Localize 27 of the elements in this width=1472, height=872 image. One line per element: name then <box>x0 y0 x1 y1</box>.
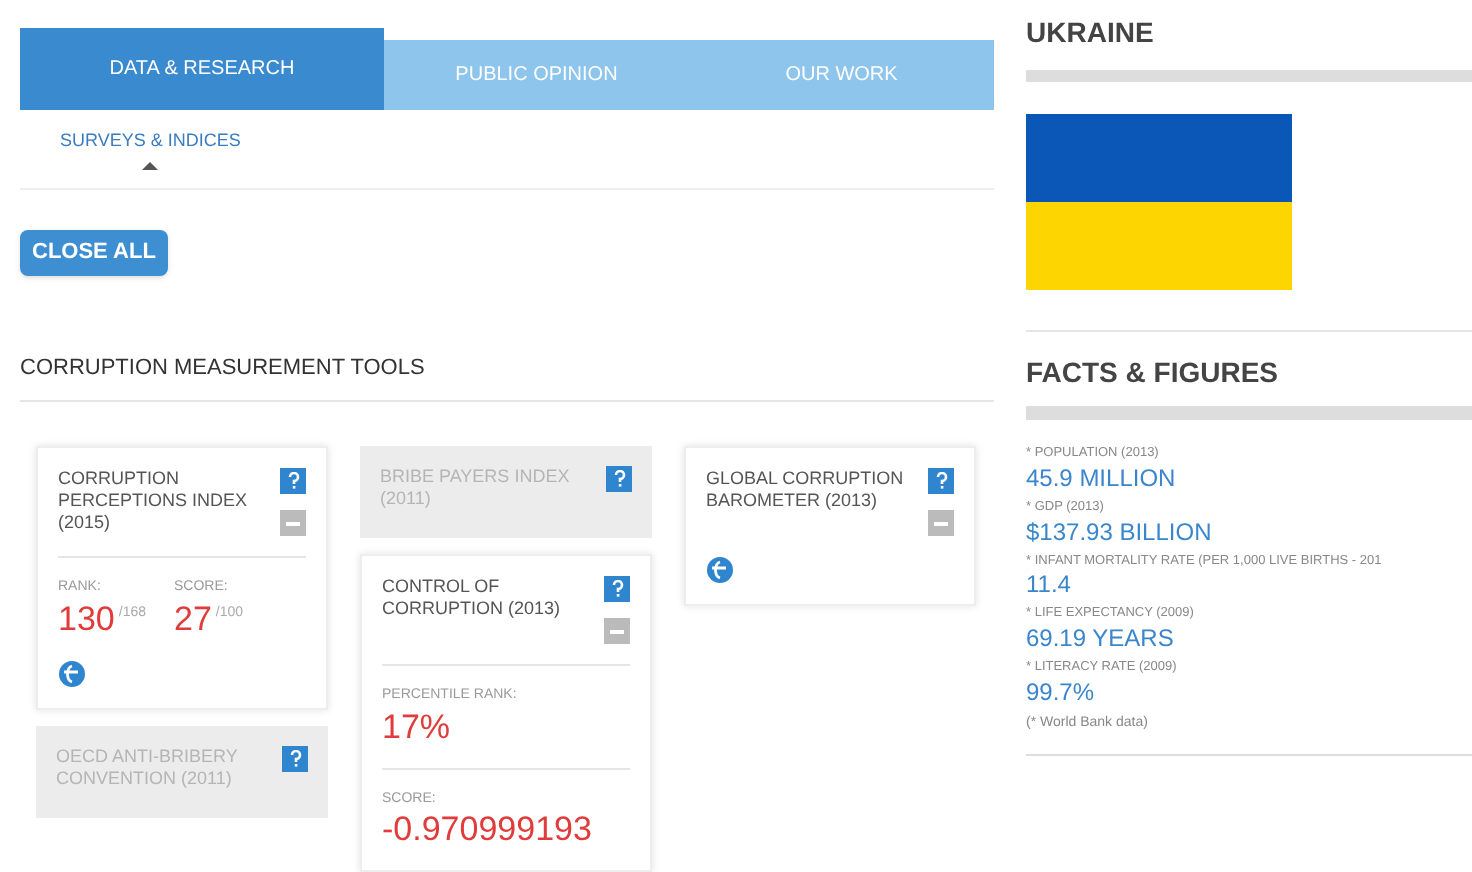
stat-value: 27 <box>174 599 212 639</box>
fact-value: 45.9 MILLION <box>1026 463 1178 492</box>
globe-icon[interactable] <box>706 556 734 584</box>
fact-value: $137.93 BILLION <box>1026 517 1214 545</box>
stat-value: -0.970999193 <box>382 810 592 850</box>
card-title: CORRUPTION PERCEPTIONS INDEX (2015) <box>58 468 250 536</box>
fact-value: 11.4 <box>1026 570 1073 599</box>
stat-value: 130 <box>58 599 115 639</box>
flag-icon <box>1026 114 1292 290</box>
nav-tab[interactable]: DATA & RESEARCH <box>20 28 384 110</box>
help-icon[interactable] <box>604 576 630 602</box>
fact-value: 99.7% <box>1026 677 1097 706</box>
country-name: UKRAINE <box>1026 14 1156 52</box>
globe-icon[interactable] <box>58 659 86 687</box>
subnav-link[interactable]: SURVEYS & INDICES <box>60 128 241 156</box>
help-icon[interactable] <box>280 468 306 494</box>
fact-value: 69.19 YEARS <box>1026 624 1176 652</box>
stat-value: 17% <box>382 707 451 747</box>
section-heading: CORRUPTION MEASUREMENT TOOLS <box>20 351 994 402</box>
card-title: GLOBAL CORRUPTION BAROMETER (2013) <box>706 468 906 514</box>
section-heading: FACTS & FIGURES <box>1026 354 1281 392</box>
close-all-button[interactable]: CLOSE ALL <box>20 230 168 275</box>
nav-tab[interactable]: PUBLIC OPINION <box>384 40 689 110</box>
caret-icon <box>142 161 159 170</box>
card-title: CONTROL OF CORRUPTION (2013) <box>382 576 563 622</box>
nav-tab[interactable]: OUR WORK <box>689 40 994 110</box>
help-icon[interactable] <box>928 468 954 494</box>
